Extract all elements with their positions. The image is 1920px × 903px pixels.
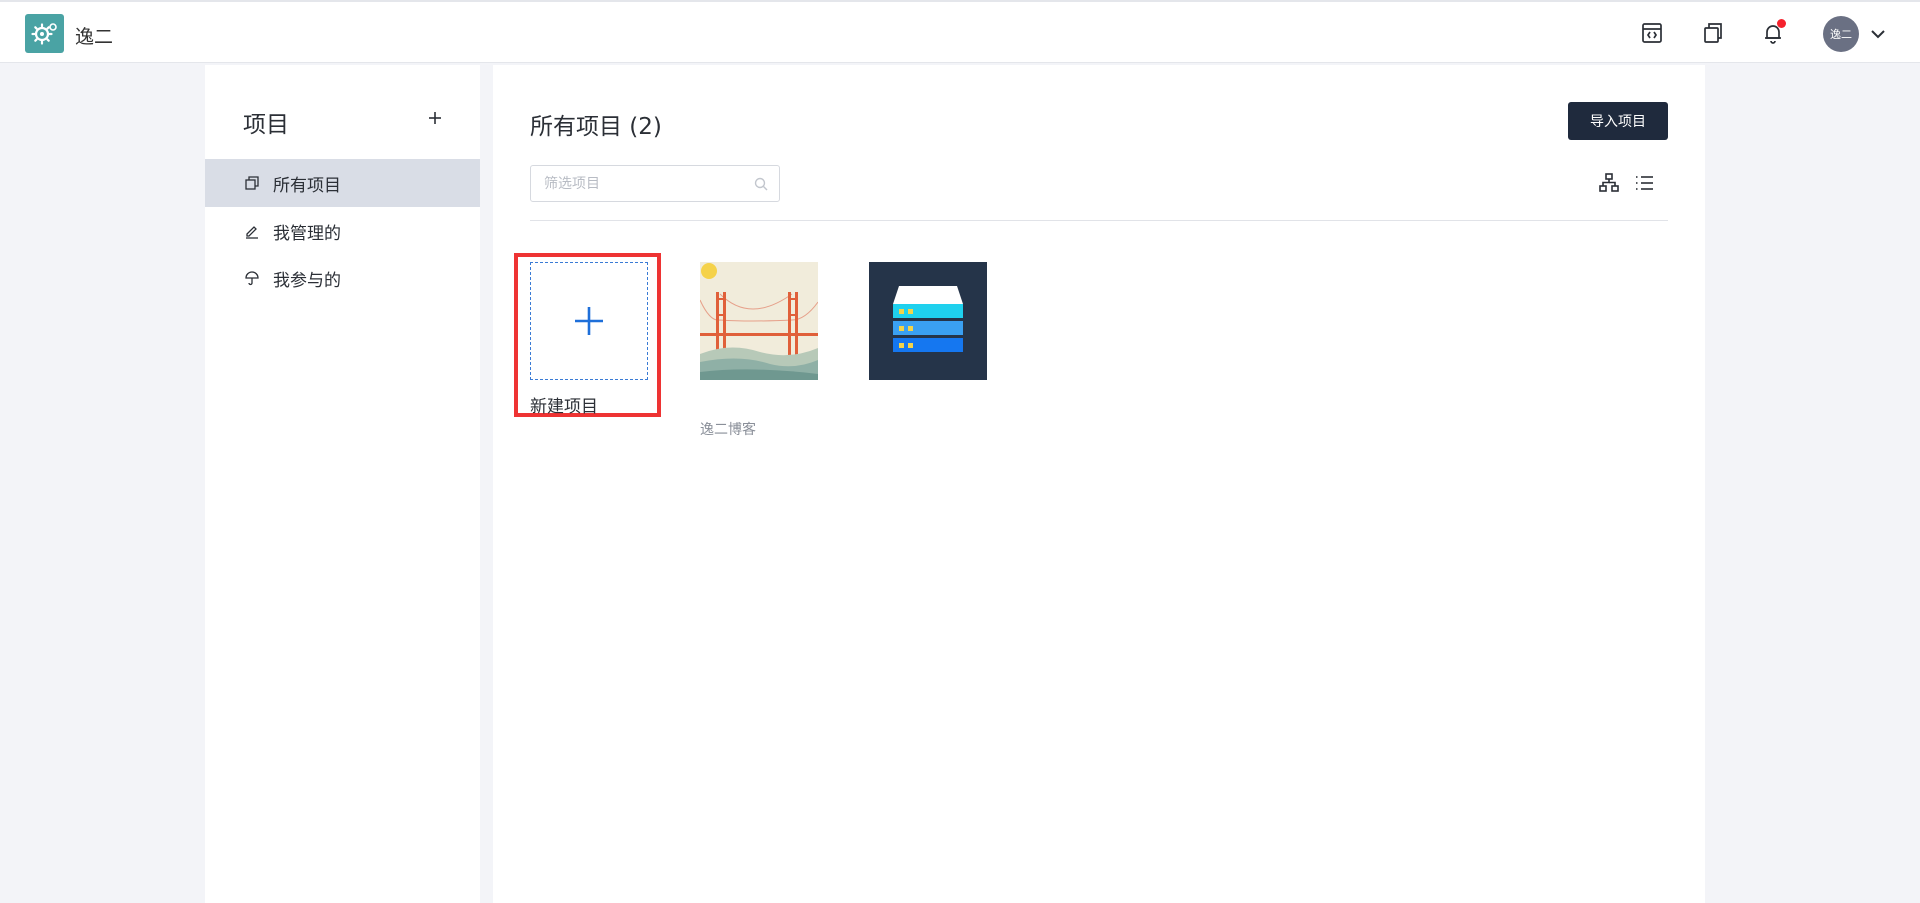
filter-projects-input[interactable]	[544, 174, 744, 194]
sidebar-item-participated[interactable]: 我参与的	[205, 254, 480, 302]
project-name-label: 逸二博客	[700, 422, 756, 438]
tree-view-icon[interactable]	[1597, 171, 1621, 195]
notification-dot	[1777, 19, 1786, 28]
sidebar-item-label: 我参与的	[273, 270, 341, 291]
new-project-card[interactable]	[530, 262, 648, 380]
main-panel: 所有项目 (2) 导入项目 新建项目	[493, 65, 1705, 903]
project-card-server[interactable]	[869, 262, 987, 380]
server-thumbnail-icon	[869, 262, 987, 380]
bridge-thumbnail-icon	[700, 262, 818, 380]
plus-icon	[575, 307, 603, 335]
copy-icon	[243, 174, 261, 192]
chevron-down-icon[interactable]	[1868, 24, 1888, 44]
sidebar-item-all-projects[interactable]: 所有项目	[205, 159, 480, 207]
copy-icon[interactable]	[1700, 20, 1726, 46]
page-title: 所有项目 (2)	[530, 114, 662, 140]
divider	[530, 220, 1668, 221]
list-view-icon[interactable]	[1632, 171, 1656, 195]
gear-logo-icon	[30, 22, 57, 45]
filter-box	[530, 165, 780, 202]
umbrella-icon	[243, 269, 261, 287]
app-logo[interactable]	[25, 14, 64, 53]
top-bar: 逸二 逸二	[0, 0, 1920, 63]
project-card-blog[interactable]	[700, 262, 818, 380]
sidebar-item-label: 我管理的	[273, 223, 341, 244]
search-icon[interactable]	[753, 176, 769, 192]
new-project-label: 新建项目	[530, 397, 598, 417]
user-avatar[interactable]: 逸二	[1823, 16, 1859, 52]
edit-pencil-icon	[243, 222, 261, 240]
import-project-button[interactable]: 导入项目	[1568, 102, 1668, 140]
app-name: 逸二	[75, 26, 114, 48]
sidebar-title: 项目	[243, 112, 289, 138]
add-project-plus-icon[interactable]	[423, 106, 447, 130]
api-doc-icon[interactable]	[1639, 20, 1665, 46]
sidebar-item-managed[interactable]: 我管理的	[205, 207, 480, 255]
sidebar-item-label: 所有项目	[273, 175, 341, 196]
sidebar: 项目 所有项目 我管理的 我参与的	[205, 65, 480, 903]
notification-bell-icon[interactable]	[1760, 19, 1786, 46]
